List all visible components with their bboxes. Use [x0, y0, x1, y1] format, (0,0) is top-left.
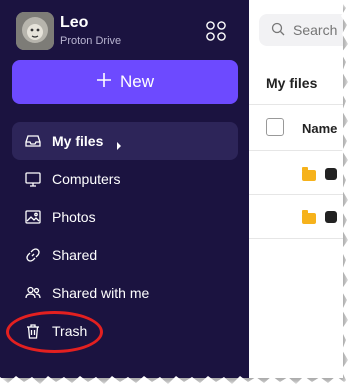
sidebar-item-label: My files — [52, 133, 104, 149]
torn-edge-bottom — [0, 376, 352, 390]
folder-icon — [302, 210, 316, 224]
sidebar-item-label: Shared — [52, 247, 98, 263]
divider — [249, 150, 343, 151]
torn-edge-right — [340, 0, 352, 390]
sidebar: Leo Proton Drive New My files Computers … — [0, 0, 249, 378]
new-button[interactable]: New — [12, 60, 238, 104]
sidebar-item-my-files[interactable]: My files — [12, 122, 238, 160]
chevron-right-icon[interactable] — [115, 137, 123, 150]
search-box[interactable] — [259, 14, 343, 46]
search-input[interactable] — [291, 21, 343, 39]
sidebar-item-photos[interactable]: Photos — [12, 198, 238, 236]
sidebar-item-label: Computers — [52, 171, 121, 187]
user-name: Leo — [60, 14, 89, 31]
link-icon — [24, 246, 42, 264]
page-title: My files — [266, 75, 318, 91]
search-icon — [271, 22, 285, 39]
trash-highlight-circle — [6, 311, 103, 353]
inbox-icon — [24, 132, 42, 150]
app-name: Proton Drive — [60, 35, 122, 47]
apps-grid-icon[interactable] — [205, 20, 227, 42]
divider — [249, 194, 343, 195]
divider — [249, 104, 343, 105]
table-row-name[interactable] — [325, 168, 337, 180]
sidebar-item-computers[interactable]: Computers — [12, 160, 238, 198]
folder-icon — [302, 167, 316, 181]
sidebar-item-shared[interactable]: Shared — [12, 236, 238, 274]
avatar[interactable] — [16, 12, 54, 50]
monitor-icon — [24, 170, 42, 188]
new-button-label: New — [119, 72, 154, 91]
column-header-name[interactable]: Name — [302, 121, 337, 136]
screenshot-frame: Leo Proton Drive New My files Computers … — [0, 0, 343, 378]
select-all-checkbox[interactable] — [266, 118, 284, 136]
image-icon — [24, 208, 42, 226]
main-panel: My files Name — [249, 0, 343, 378]
divider — [249, 238, 343, 239]
sidebar-item-label: Photos — [52, 209, 96, 225]
table-row-name[interactable] — [325, 211, 337, 223]
sidebar-item-shared-with-me[interactable]: Shared with me — [12, 274, 238, 312]
users-icon — [24, 284, 42, 302]
plus-icon — [96, 72, 112, 93]
sidebar-item-label: Shared with me — [52, 285, 150, 301]
